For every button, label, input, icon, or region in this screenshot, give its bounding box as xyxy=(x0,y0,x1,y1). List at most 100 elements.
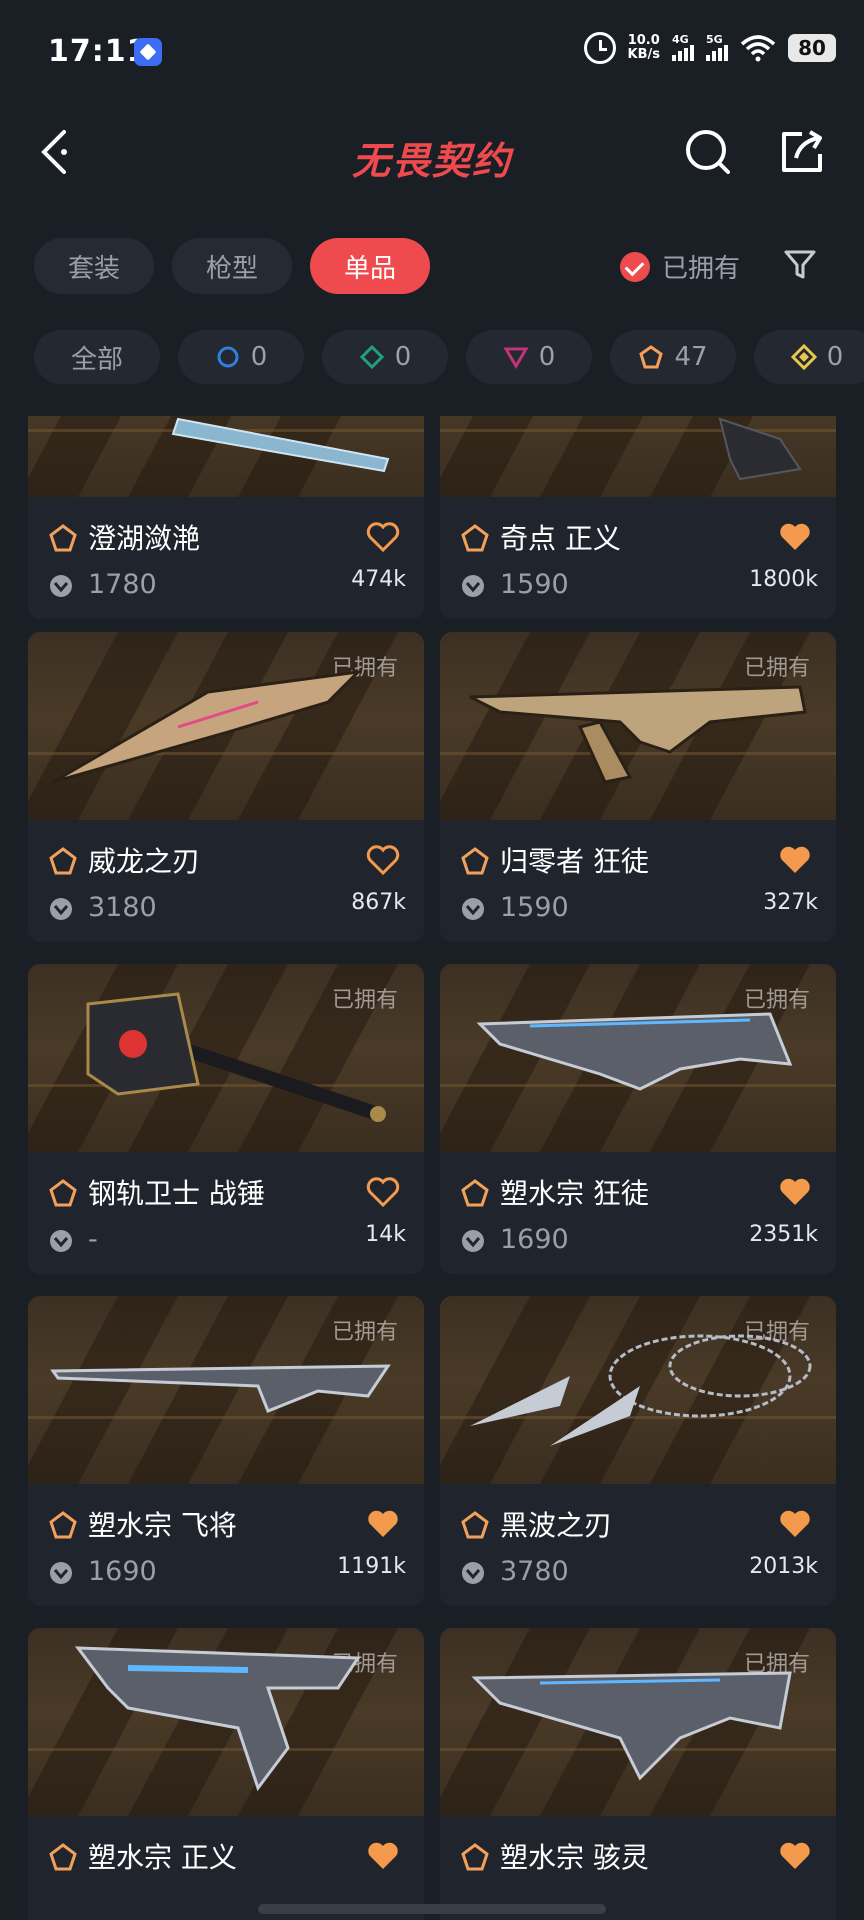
rarity-premium-icon xyxy=(503,347,529,369)
status-icons: 10.0 KB/s 4G 5G 80 xyxy=(583,32,836,64)
rarity-deluxe-icon xyxy=(359,344,384,370)
item-price: 1780 xyxy=(88,569,157,600)
heart-outline-icon[interactable] xyxy=(366,1176,400,1208)
item-card[interactable]: 已拥有 塑水宗 狂徒 1690 2351k xyxy=(440,964,836,1274)
item-card[interactable]: 已拥有 威龙之刃 3180 867k xyxy=(28,632,424,942)
rarity-chip-count: 0 xyxy=(394,342,412,372)
item-card[interactable]: 奇点 正义 1590 1800k xyxy=(440,416,836,619)
item-card[interactable]: 已拥有 归零者 狂徒 1590 327k xyxy=(440,632,836,942)
heart-filled-icon[interactable] xyxy=(778,1176,812,1208)
rarity-exclusive-icon xyxy=(49,847,77,875)
rarity-chip-count: 0 xyxy=(538,342,556,372)
item-card[interactable]: 已拥有 塑水宗 正义 xyxy=(28,1628,424,1920)
rarity-chip-deluxe[interactable]: 0 xyxy=(322,330,448,384)
rarity-chip-count: 0 xyxy=(250,342,268,372)
item-image: 已拥有 xyxy=(28,964,424,1152)
heart-filled-icon[interactable] xyxy=(778,1840,812,1872)
item-price: 3180 xyxy=(88,892,157,923)
heart-filled-icon[interactable] xyxy=(778,844,812,876)
item-name: 塑水宗 正义 xyxy=(88,1841,237,1874)
heart-outline-icon[interactable] xyxy=(366,521,400,553)
battery-level: 80 xyxy=(788,34,836,62)
checked-icon xyxy=(620,251,650,282)
item-image: 已拥有 xyxy=(28,1296,424,1484)
weapon-rifle-gold-image xyxy=(469,685,807,784)
heart-filled-icon[interactable] xyxy=(366,1508,400,1540)
weapon-pistol-dark-image xyxy=(718,417,802,481)
weapon-knife-blue-image xyxy=(171,417,390,473)
heart-filled-icon[interactable] xyxy=(778,1508,812,1540)
rarity-exclusive-icon xyxy=(49,1511,77,1539)
weapon-smg-silver-image xyxy=(471,1671,792,1781)
item-image xyxy=(28,416,424,497)
item-image: 已拥有 xyxy=(440,1628,836,1816)
owned-filter-toggle[interactable]: 已拥有 xyxy=(620,248,740,285)
heart-outline-icon[interactable] xyxy=(366,844,400,876)
signal-4g-icon: 4G xyxy=(672,33,694,61)
item-price: 1690 xyxy=(500,1224,569,1255)
heart-filled-icon[interactable] xyxy=(366,1840,400,1872)
rarity-exclusive-icon xyxy=(461,847,489,875)
signal-5g-label: 5G xyxy=(706,33,723,46)
rarity-chip-all-label: 全部 xyxy=(70,344,123,375)
item-price: 1690 xyxy=(88,1556,157,1587)
rarity-chip-select[interactable]: 0 xyxy=(178,330,304,384)
item-likes: 327k xyxy=(763,890,818,915)
filter-icon[interactable] xyxy=(780,244,820,284)
vp-currency-icon xyxy=(462,575,484,597)
item-card[interactable]: 已拥有 黑波之刃 3780 2013k xyxy=(440,1296,836,1606)
item-card[interactable]: 已拥有 塑水宗 飞将 1690 1191k xyxy=(28,1296,424,1606)
rarity-chip-count: 0 xyxy=(826,342,844,372)
item-card[interactable]: 已拥有 塑水宗 骇灵 xyxy=(440,1628,836,1920)
item-name: 归零者 狂徒 xyxy=(500,845,649,878)
item-likes: 2351k xyxy=(749,1222,818,1247)
rarity-chip-ultra[interactable]: 0 xyxy=(754,330,864,384)
weapon-knife-gold-image xyxy=(52,669,363,784)
signal-5g-icon: 5G xyxy=(706,33,728,61)
item-name: 塑水宗 飞将 xyxy=(88,1509,237,1542)
search-icon[interactable] xyxy=(680,124,736,180)
rarity-chip-all[interactable]: 全部 xyxy=(34,330,160,384)
item-price: 3780 xyxy=(500,1556,569,1587)
rarity-exclusive-icon xyxy=(49,1179,77,1207)
home-indicator[interactable] xyxy=(258,1904,606,1914)
item-image: 已拥有 xyxy=(440,1296,836,1484)
category-tabs: 套装 枪型 单品 xyxy=(34,238,431,294)
app-header: 无畏契约 xyxy=(0,104,864,200)
rarity-exclusive-icon xyxy=(461,1511,489,1539)
heart-filled-icon[interactable] xyxy=(778,521,812,553)
vp-currency-icon xyxy=(50,1230,72,1252)
item-name: 澄湖潋滟 xyxy=(88,522,201,555)
item-name: 黑波之刃 xyxy=(500,1509,613,1542)
rarity-chips: 全部 0 0 0 47 0 xyxy=(34,330,864,384)
status-bar: 17:11 10.0 KB/s 4G 5G 80 xyxy=(0,0,864,104)
rarity-exclusive-icon xyxy=(461,1179,489,1207)
vp-currency-icon xyxy=(462,1230,484,1252)
vp-currency-icon xyxy=(50,898,72,920)
rarity-chip-exclusive[interactable]: 47 xyxy=(610,330,736,384)
rarity-exclusive-icon xyxy=(461,524,489,552)
item-likes: 1800k xyxy=(749,567,818,592)
item-price: - xyxy=(88,1224,98,1255)
vp-currency-icon xyxy=(462,898,484,920)
item-image: 已拥有 xyxy=(440,632,836,820)
item-card[interactable]: 已拥有 钢轨卫士 战锤 - 14k xyxy=(28,964,424,1274)
alarm-icon xyxy=(583,32,616,64)
owned-filter-label: 已拥有 xyxy=(662,254,741,284)
rarity-exclusive-icon xyxy=(639,345,664,369)
item-price: 1590 xyxy=(500,892,569,923)
tab-weapon-type[interactable]: 枪型 xyxy=(172,238,293,294)
rarity-ultra-icon xyxy=(790,344,817,370)
item-name: 塑水宗 狂徒 xyxy=(500,1177,649,1210)
rarity-exclusive-icon xyxy=(49,1843,77,1871)
item-grid: 澄湖潋滟 1780 474k 奇点 正义 1590 1800k 已拥有 威龙之刃… xyxy=(28,416,838,1920)
item-card[interactable]: 澄湖潋滟 1780 474k xyxy=(28,416,424,619)
rarity-chip-premium[interactable]: 0 xyxy=(466,330,592,384)
tab-single-item[interactable]: 单品 xyxy=(310,238,431,294)
item-likes: 867k xyxy=(351,890,406,915)
tab-bundle[interactable]: 套装 xyxy=(34,238,155,294)
item-likes: 14k xyxy=(365,1222,406,1247)
share-icon[interactable] xyxy=(774,124,830,180)
rarity-exclusive-icon xyxy=(49,524,77,552)
item-image xyxy=(440,416,836,497)
